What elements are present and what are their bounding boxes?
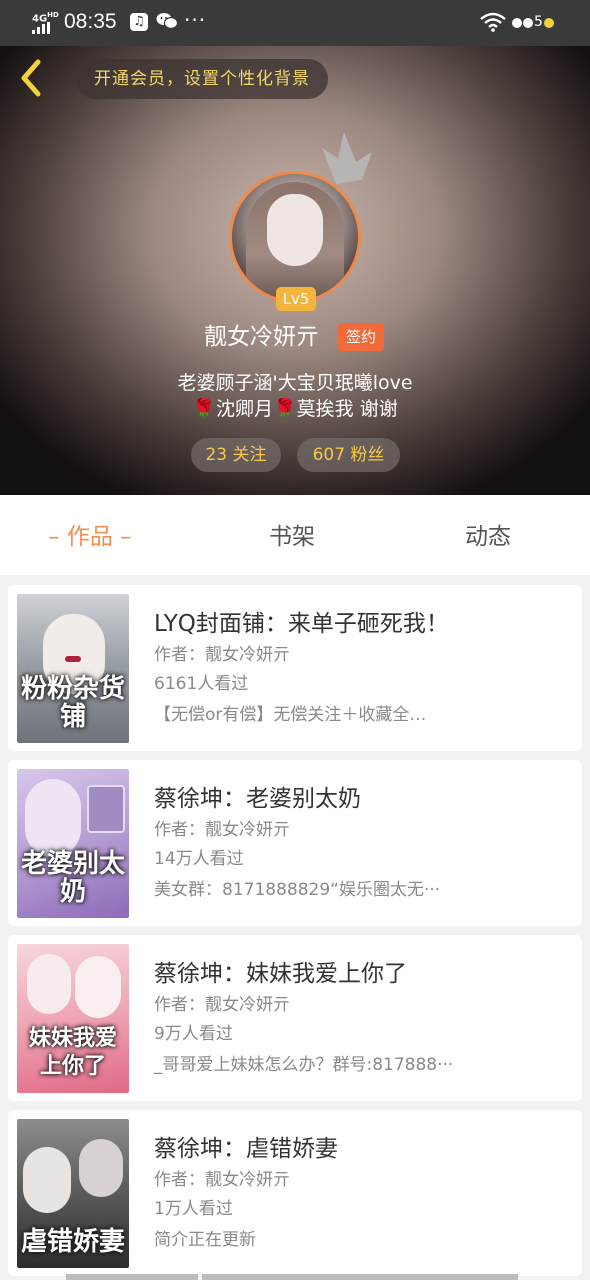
book-card[interactable]: 粉粉杂货铺 LYQ封面铺：来单子砸死我！ 作者：靓女冷妍亓 6161人看过 【无… — [8, 585, 582, 751]
clock: 08:35 — [64, 10, 117, 33]
signed-badge: 签约 — [338, 323, 385, 351]
book-views: 1万人看过 — [154, 1199, 233, 1219]
level-badge: Lv5 — [276, 287, 316, 311]
more-notifications-icon: ··· — [184, 8, 207, 32]
book-cover: 老婆别太奶 — [17, 769, 129, 918]
tab-activity[interactable]: 动态 — [465, 495, 511, 575]
book-description: 简介正在更新 — [154, 1230, 256, 1250]
wifi-icon — [480, 12, 506, 32]
book-views: 6161人看过 — [154, 674, 249, 694]
book-card[interactable]: 虐错娇妻 蔡徐坤：虐错娇妻 作者：靓女冷妍亓 1万人看过 简介正在更新 — [8, 1110, 582, 1276]
book-author: 作者：靓女冷妍亓 — [154, 1170, 290, 1190]
book-views: 9万人看过 — [154, 1024, 233, 1044]
avatar[interactable] — [229, 171, 361, 303]
battery-icon: 5 — [512, 14, 554, 32]
vip-background-promo[interactable]: 开通会员，设置个性化背景 — [76, 59, 328, 99]
signal-icon — [32, 22, 54, 34]
tab-works[interactable]: – 作品 – — [48, 495, 132, 575]
book-card[interactable]: 老婆别太奶 蔡徐坤：老婆别太奶 作者：靓女冷妍亓 14万人看过 美女群：8171… — [8, 760, 582, 926]
profile-tabs: – 作品 – 书架 动态 — [0, 495, 590, 575]
book-card[interactable]: 妹妹我爱上你了 蔡徐坤：妹妹我爱上你了 作者：靓女冷妍亓 9万人看过 _哥哥爱上… — [8, 935, 582, 1101]
bio-line-1: 老婆顾子涵'大宝贝珉曦love — [177, 372, 413, 394]
book-description: 【无偿or有偿】无偿关注＋收藏全… — [154, 705, 427, 725]
book-author: 作者：靓女冷妍亓 — [154, 645, 290, 665]
status-bar: 4GHD 08:35 ♫ ··· 5 — [0, 0, 590, 46]
back-button[interactable] — [16, 58, 46, 98]
avatar-face — [267, 194, 323, 266]
music-icon: ♫ — [130, 13, 148, 31]
book-title: 蔡徐坤：老婆别太奶 — [154, 786, 361, 812]
fans-count-button[interactable]: 607 粉丝 — [297, 438, 400, 472]
profile-header: 4GHD 08:35 ♫ ··· 5 开通会员，设置个性化背景 Lv5 靓女冷妍… — [0, 0, 590, 495]
book-cover: 粉粉杂货铺 — [17, 594, 129, 743]
book-author: 作者：靓女冷妍亓 — [154, 995, 290, 1015]
book-cover: 妹妹我爱上你了 — [17, 944, 129, 1093]
book-cover: 虐错娇妻 — [17, 1119, 129, 1268]
wechat-icon — [156, 12, 179, 34]
book-views: 14万人看过 — [154, 849, 244, 869]
book-title: LYQ封面铺：来单子砸死我！ — [154, 611, 449, 637]
scroll-hint-bar — [202, 1274, 518, 1280]
book-description: _哥哥爱上妹妹怎么办？群号:817888··· — [154, 1055, 454, 1075]
rose-icon: 🌹 — [272, 398, 297, 420]
scroll-hint-bar — [66, 1274, 198, 1280]
username: 靓女冷妍亓 — [204, 324, 319, 350]
rose-icon: 🌹 — [192, 398, 216, 420]
bio-line-2: 🌹沈卿月🌹莫挨我 谢谢 — [192, 398, 398, 420]
tab-bookshelf[interactable]: 书架 — [269, 495, 315, 575]
book-description: 美女群：8171888829“娱乐圈太无··· — [154, 880, 441, 900]
follow-count-button[interactable]: 23 关注 — [191, 438, 281, 472]
book-title: 蔡徐坤：妹妹我爱上你了 — [154, 961, 407, 987]
book-author: 作者：靓女冷妍亓 — [154, 820, 290, 840]
book-title: 蔡徐坤：虐错娇妻 — [154, 1136, 338, 1162]
